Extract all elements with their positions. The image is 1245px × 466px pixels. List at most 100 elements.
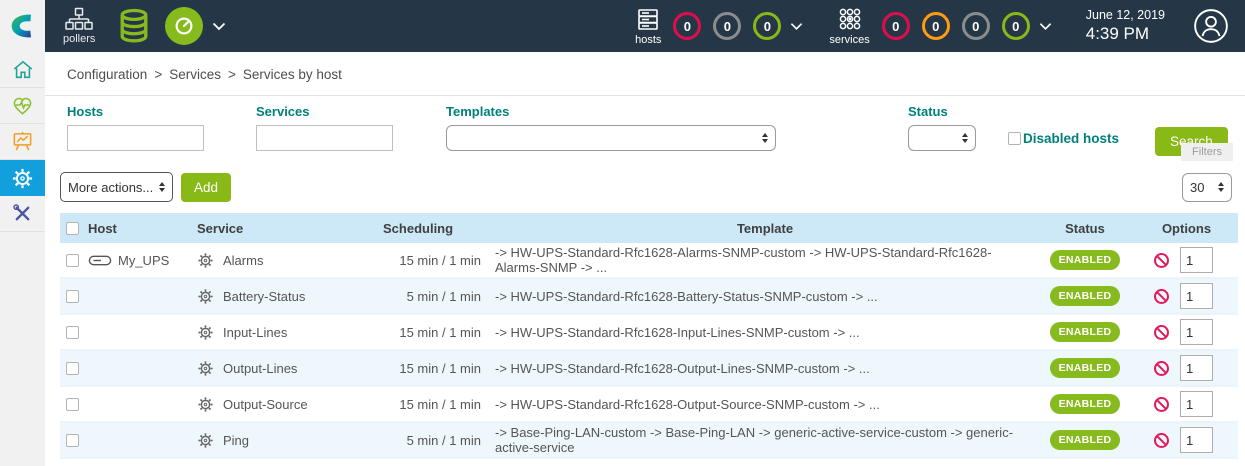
disabled-hosts-toggle[interactable]: Disabled hosts (1008, 131, 1119, 146)
gear-icon (11, 167, 34, 190)
centreon-logo[interactable] (0, 0, 45, 52)
add-button[interactable]: Add (181, 173, 231, 202)
user-menu-button[interactable] (1193, 8, 1229, 44)
scheduling-value: 5 min / 1 min (383, 289, 495, 304)
disabled-hosts-label: Disabled hosts (1023, 131, 1119, 146)
hosts-down-counter[interactable]: 0 (673, 12, 701, 40)
pollers-icon (65, 7, 93, 31)
status-badge: ENABLED (1050, 286, 1121, 306)
sidebar-item-administration[interactable] (0, 196, 45, 232)
disable-ban-icon[interactable] (1153, 432, 1170, 449)
sidebar-item-reporting[interactable] (0, 124, 45, 160)
chevron-down-icon[interactable] (790, 22, 803, 31)
table-row: Ping 5 min / 1 min -> Base-Ping-LAN-cust… (60, 423, 1238, 459)
duplicate-count-input[interactable] (1180, 391, 1213, 417)
column-header-host[interactable]: Host (88, 221, 193, 236)
template-chain: -> HW-UPS-Standard-Rfc1628-Input-Lines-S… (495, 325, 1035, 340)
templates-filter: Templates (446, 105, 776, 151)
sidebar-item-home[interactable] (0, 52, 45, 88)
duplicate-count-input[interactable] (1180, 283, 1213, 309)
disable-ban-icon[interactable] (1153, 288, 1170, 305)
template-chain: -> HW-UPS-Standard-Rfc1628-Output-Source… (495, 397, 1035, 412)
select-stepper-icon (159, 182, 165, 192)
sidebar-item-configuration[interactable] (0, 160, 45, 196)
pollers-menu[interactable]: pollers (63, 7, 95, 45)
select-stepper-icon (762, 133, 768, 143)
select-all-checkbox[interactable] (66, 222, 79, 235)
sidebar (0, 0, 45, 466)
user-icon (1193, 8, 1229, 44)
select-stepper-icon (962, 133, 968, 143)
database-icon[interactable] (117, 8, 151, 44)
disable-ban-icon[interactable] (1153, 360, 1170, 377)
duplicate-count-input[interactable] (1180, 319, 1213, 345)
template-chain: -> HW-UPS-Standard-Rfc1628-Alarms-SNMP-c… (495, 245, 1035, 275)
duplicate-count-input[interactable] (1180, 247, 1213, 273)
table-row: Output-Lines 15 min / 1 min -> HW-UPS-St… (60, 351, 1238, 387)
service-gear-icon (197, 324, 214, 341)
column-header-scheduling[interactable]: Scheduling (383, 221, 495, 236)
table-row: Battery-Status 5 min / 1 min -> HW-UPS-S… (60, 279, 1238, 315)
scheduling-value: 15 min / 1 min (383, 253, 495, 268)
chevron-down-icon[interactable] (1039, 22, 1052, 31)
more-actions-select[interactable]: More actions... (60, 172, 173, 202)
disable-ban-icon[interactable] (1153, 396, 1170, 413)
breadcrumb-services-by-host[interactable]: Services by host (243, 67, 342, 82)
service-name[interactable]: Output-Source (223, 397, 308, 412)
column-header-template[interactable]: Template (495, 221, 1035, 236)
service-name[interactable]: Output-Lines (223, 361, 297, 376)
gauge-status-button[interactable] (165, 7, 203, 45)
sidebar-item-monitoring[interactable] (0, 88, 45, 124)
duplicate-count-input[interactable] (1180, 355, 1213, 381)
column-header-options[interactable]: Options (1135, 221, 1238, 236)
hosts-menu[interactable]: hosts (635, 7, 661, 46)
chevron-down-icon[interactable] (212, 22, 226, 31)
status-badge: ENABLED (1050, 250, 1121, 270)
hosts-unreachable-counter[interactable]: 0 (713, 12, 741, 40)
services-ok-counter[interactable]: 0 (1002, 12, 1030, 40)
service-name[interactable]: Alarms (223, 253, 263, 268)
disabled-hosts-checkbox[interactable] (1008, 132, 1021, 145)
services-warning-counter[interactable]: 0 (922, 12, 950, 40)
counter-value: 0 (932, 19, 939, 34)
row-checkbox[interactable] (66, 254, 79, 267)
services-critical-counter[interactable]: 0 (882, 12, 910, 40)
services-unknown-counter[interactable]: 0 (962, 12, 990, 40)
disable-ban-icon[interactable] (1153, 252, 1170, 269)
host-name[interactable]: My_UPS (118, 253, 169, 268)
service-name[interactable]: Battery-Status (223, 289, 305, 304)
hosts-filter-input[interactable] (67, 125, 204, 151)
row-checkbox[interactable] (66, 398, 79, 411)
counter-value: 0 (684, 19, 691, 34)
row-checkbox[interactable] (66, 326, 79, 339)
column-header-status[interactable]: Status (1035, 221, 1135, 236)
breadcrumb-configuration[interactable]: Configuration (67, 67, 147, 82)
templates-select[interactable] (446, 125, 776, 151)
breadcrumb-services[interactable]: Services (169, 67, 221, 82)
filters-tab[interactable]: Filters (1181, 143, 1233, 161)
services-filter: Services (256, 105, 393, 151)
row-checkbox[interactable] (66, 362, 79, 375)
heart-pulse-icon (11, 94, 34, 117)
page-size-select[interactable]: 30 (1182, 173, 1232, 202)
actions-toolbar: More actions... Add 30 (45, 161, 1245, 213)
status-select[interactable] (908, 125, 976, 151)
service-name[interactable]: Ping (223, 433, 249, 448)
services-filter-input[interactable] (256, 125, 393, 151)
service-gear-icon (197, 396, 214, 413)
gauge-icon (171, 13, 197, 39)
hosts-up-counter[interactable]: 0 (753, 12, 781, 40)
service-name[interactable]: Input-Lines (223, 325, 287, 340)
duplicate-count-input[interactable] (1180, 427, 1213, 453)
services-menu[interactable]: services (829, 7, 869, 46)
counter-value: 0 (764, 19, 771, 34)
row-checkbox[interactable] (66, 290, 79, 303)
presentation-chart-icon (11, 130, 34, 153)
row-checkbox[interactable] (66, 434, 79, 447)
scheduling-value: 15 min / 1 min (383, 325, 495, 340)
counter-value: 0 (892, 19, 899, 34)
disable-ban-icon[interactable] (1153, 324, 1170, 341)
table-row: My_UPS Alarms 15 min / 1 min -> HW-UPS-S… (60, 243, 1238, 279)
status-badge: ENABLED (1050, 430, 1121, 450)
column-header-service[interactable]: Service (193, 221, 383, 236)
